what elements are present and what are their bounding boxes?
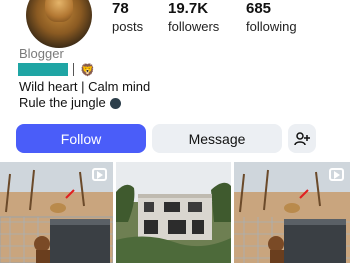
person-plus-icon <box>294 131 310 145</box>
grid-post-2[interactable] <box>116 162 231 263</box>
message-button[interactable]: Message <box>152 124 282 153</box>
grid-post-1[interactable] <box>0 162 113 263</box>
grid-post-3[interactable] <box>234 162 350 263</box>
following-stat[interactable]: 685 following <box>246 0 297 36</box>
following-label: following <box>246 19 297 34</box>
reel-play-icon <box>329 168 344 181</box>
following-count: 685 <box>246 0 272 17</box>
abandoned-house-thumbnail <box>116 162 231 263</box>
posts-stat[interactable]: 78 posts <box>112 0 143 36</box>
followers-label: followers <box>168 19 220 34</box>
dark-moon-icon <box>109 97 121 109</box>
suggest-people-button[interactable] <box>288 124 316 153</box>
avatar-lion-face <box>45 0 73 22</box>
profile-avatar[interactable] <box>26 0 92 48</box>
profile-category: Blogger <box>19 46 64 61</box>
followers-stat[interactable]: 19.7K followers <box>168 0 219 36</box>
redacted-name <box>18 63 68 76</box>
posts-count: 78 <box>112 0 129 17</box>
reel-play-icon <box>92 168 107 181</box>
lion-emoji-icon: 🦁 <box>80 62 95 77</box>
profile-name-row: 🦁 <box>18 62 95 77</box>
bio-line-2: Rule the jungle <box>19 95 121 111</box>
bio-line-1: Wild heart | Calm mind <box>19 79 151 94</box>
name-separator <box>73 63 74 76</box>
posts-grid <box>0 162 350 263</box>
follow-button[interactable]: Follow <box>16 124 146 153</box>
followers-count: 19.7K <box>168 0 209 17</box>
posts-label: posts <box>112 19 144 34</box>
bio-line-2-text: Rule the jungle <box>19 95 106 110</box>
